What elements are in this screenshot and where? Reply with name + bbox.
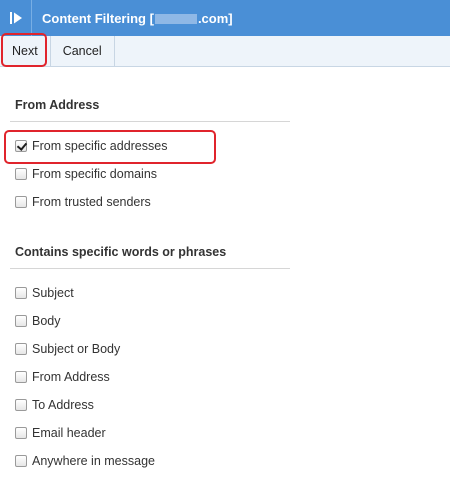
option-to-address[interactable]: To Address — [15, 398, 94, 412]
checkbox[interactable] — [15, 343, 27, 355]
option-from-specific-domains[interactable]: From specific domains — [15, 167, 157, 181]
collapse-left-icon[interactable] — [0, 0, 32, 36]
option-subject-or-body[interactable]: Subject or Body — [15, 342, 120, 356]
checkbox[interactable] — [15, 315, 27, 327]
option-label: Email header — [32, 426, 106, 440]
checkbox[interactable] — [15, 287, 27, 299]
checkbox[interactable] — [15, 455, 27, 467]
option-label: From Address — [32, 370, 110, 384]
checkbox[interactable] — [15, 427, 27, 439]
next-button[interactable]: Next — [0, 36, 51, 66]
option-from-trusted-senders[interactable]: From trusted senders — [15, 195, 151, 209]
option-body[interactable]: Body — [15, 314, 61, 328]
window-title-prefix: Content Filtering [ — [42, 10, 154, 26]
checkbox[interactable] — [15, 399, 27, 411]
contains-words-heading: Contains specific words or phrases — [15, 245, 227, 259]
section-divider — [10, 121, 290, 122]
option-label: Subject or Body — [32, 342, 121, 356]
option-from-specific-addresses[interactable]: From specific addresses — [15, 139, 167, 153]
option-label: Anywhere in message — [32, 454, 155, 468]
cancel-button[interactable]: Cancel — [51, 36, 115, 66]
option-label: Body — [32, 314, 61, 328]
option-label: From specific addresses — [32, 139, 168, 153]
option-label: To Address — [32, 398, 94, 412]
option-email-header[interactable]: Email header — [15, 426, 106, 440]
checkbox[interactable] — [15, 196, 27, 208]
checkbox-checked[interactable] — [15, 140, 27, 152]
option-label: From specific domains — [32, 167, 158, 181]
option-label: Subject — [32, 286, 74, 300]
section-divider — [10, 268, 290, 269]
window-title: Content Filtering [ .com] — [42, 11, 233, 26]
checkbox[interactable] — [15, 168, 27, 180]
toolbar: Next Cancel — [0, 36, 450, 67]
option-label: From trusted senders — [32, 195, 151, 209]
redacted-domain — [154, 14, 197, 25]
option-from-address[interactable]: From Address — [15, 370, 110, 384]
from-address-heading: From Address — [15, 98, 100, 112]
window-title-suffix: .com] — [197, 10, 233, 26]
checkbox[interactable] — [15, 371, 27, 383]
option-subject[interactable]: Subject — [15, 286, 74, 300]
title-bar: Content Filtering [ .com] — [0, 0, 450, 36]
option-anywhere-in-message[interactable]: Anywhere in message — [15, 454, 155, 468]
